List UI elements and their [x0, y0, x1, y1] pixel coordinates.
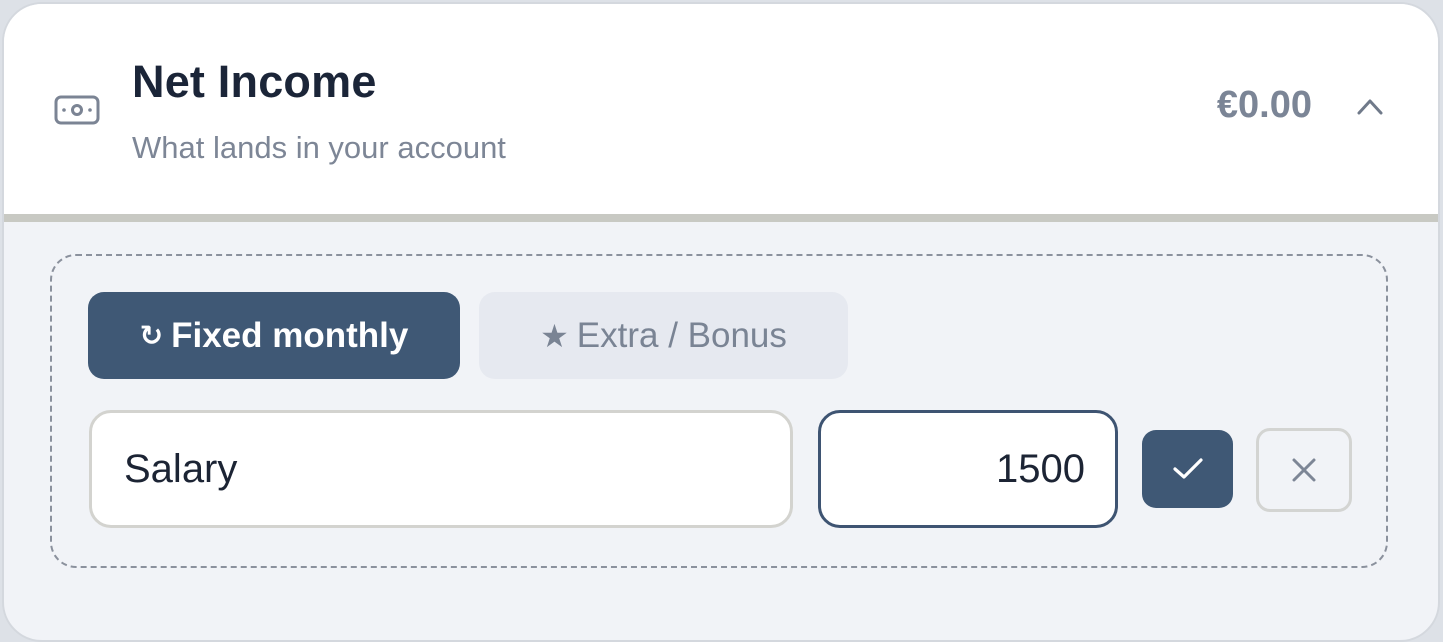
income-amount-input[interactable]: 1500: [818, 410, 1118, 528]
income-amount-value: 1500: [996, 446, 1085, 491]
star-icon: ★: [540, 317, 569, 354]
repeat-icon: ↻: [139, 320, 164, 351]
section-total: €0.00: [1216, 84, 1312, 126]
section-title: Net Income: [132, 56, 377, 107]
tab-label: Fixed monthly: [171, 315, 409, 355]
tab-label: Extra / Bonus: [576, 315, 787, 355]
confirm-button[interactable]: [1142, 430, 1233, 508]
banknote-icon: [54, 95, 100, 125]
section-subtitle: What lands in your account: [132, 130, 506, 165]
cancel-button[interactable]: [1256, 428, 1352, 512]
tab-fixed-monthly[interactable]: ↻ Fixed monthly: [88, 292, 460, 379]
chevron-up-icon[interactable]: [1356, 96, 1384, 116]
close-icon: [1292, 458, 1316, 482]
check-icon: [1172, 458, 1203, 479]
income-name-input[interactable]: Salary: [89, 410, 793, 528]
tab-extra-bonus[interactable]: ★ Extra / Bonus: [479, 292, 848, 379]
section-header[interactable]: Net Income What lands in your account €0…: [4, 4, 1438, 222]
income-name-value: Salary: [124, 446, 238, 491]
